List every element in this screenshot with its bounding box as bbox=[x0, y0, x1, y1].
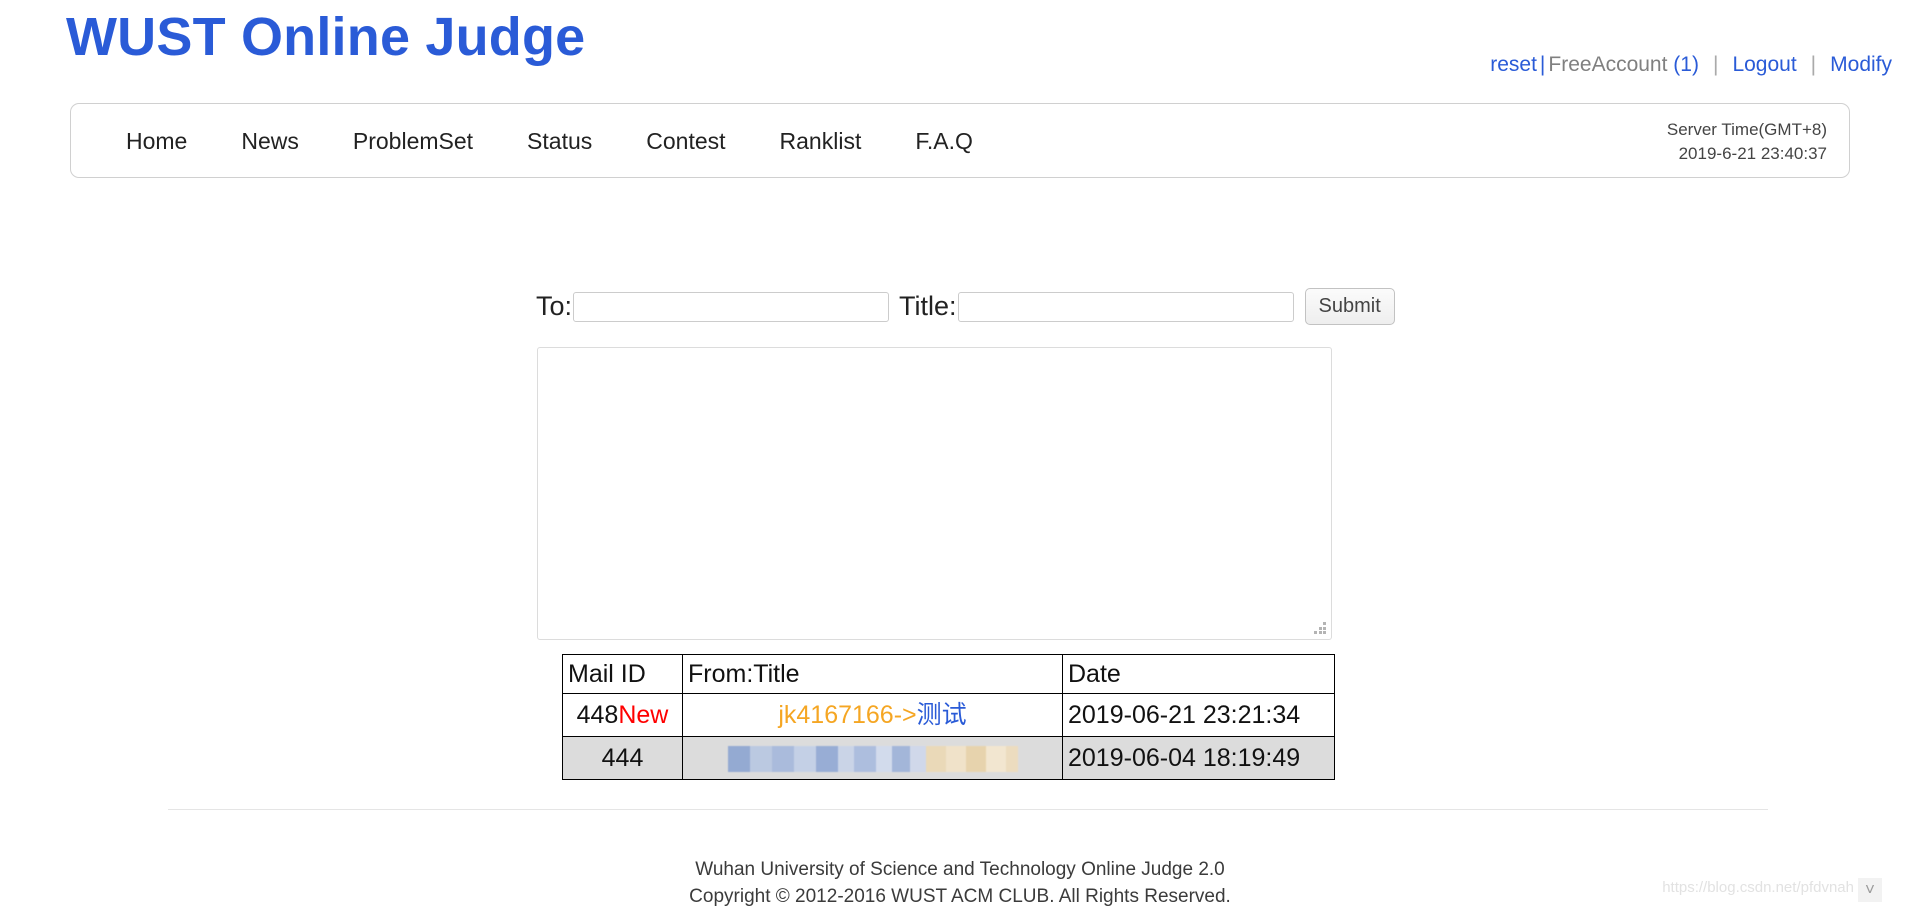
footer-divider bbox=[168, 809, 1768, 810]
site-footer: Wuhan University of Science and Technolo… bbox=[0, 856, 1920, 910]
mail-subject-link[interactable]: 测试 bbox=[917, 701, 967, 729]
account-separator-3: | bbox=[1810, 53, 1817, 76]
account-separator-2: | bbox=[1712, 53, 1719, 76]
server-time: Server Time(GMT+8) 2019-6-21 23:40:37 bbox=[1667, 118, 1827, 166]
server-time-label: Server Time(GMT+8) bbox=[1666, 120, 1827, 139]
nav-item-ranklist[interactable]: Ranklist bbox=[780, 128, 862, 155]
nav-item-faq[interactable]: F.A.Q bbox=[915, 128, 973, 155]
column-header-mail-id: Mail ID bbox=[562, 654, 683, 694]
account-separator-1: | bbox=[1539, 53, 1546, 76]
watermark-text: https://blog.csdn.net/pfdvnah bbox=[1662, 879, 1854, 896]
server-time-value: 2019-6-21 23:40:37 bbox=[1678, 144, 1827, 163]
modify-link[interactable]: Modify bbox=[1830, 53, 1892, 76]
compose-row: To: Title: Submit bbox=[536, 288, 1395, 325]
nav-item-status[interactable]: Status bbox=[527, 128, 592, 155]
title-input[interactable] bbox=[957, 291, 1294, 322]
new-mail-count-link[interactable]: (1) bbox=[1673, 53, 1699, 76]
column-header-from-title: From:Title bbox=[682, 654, 1063, 694]
title-label: Title: bbox=[899, 291, 957, 321]
logout-link[interactable]: Logout bbox=[1732, 53, 1796, 76]
redacted-content bbox=[727, 746, 1018, 773]
site-header: WUST Online Judge reset | FreeAccount (1) |… bbox=[0, 0, 1920, 96]
mail-id-cell: 444 bbox=[562, 736, 683, 780]
reset-link[interactable]: reset bbox=[1490, 53, 1537, 76]
mail-sender-link[interactable]: jk4167166-> bbox=[778, 701, 916, 729]
submit-button[interactable]: Submit bbox=[1304, 288, 1395, 325]
nav-item-list: Home News ProblemSet Status Contest Rank… bbox=[126, 104, 973, 179]
mail-title-cell-redacted[interactable] bbox=[682, 736, 1063, 780]
account-bar: reset | FreeAccount (1) | Logout | Modify bbox=[1490, 53, 1892, 77]
to-input[interactable] bbox=[573, 291, 890, 322]
mail-date-cell: 2019-06-04 18:19:49 bbox=[1062, 736, 1335, 780]
mail-list-table: Mail ID From:Title Date 448New jk4167166… bbox=[562, 654, 1335, 780]
mail-id-cell: 448New bbox=[562, 693, 683, 737]
table-row[interactable]: 448New jk4167166->测试 2019-06-21 23:21:34 bbox=[562, 693, 1335, 737]
footer-line-2: Copyright © 2012-2016 WUST ACM CLUB. All… bbox=[689, 886, 1231, 907]
nav-item-problemset[interactable]: ProblemSet bbox=[353, 128, 473, 155]
chevron-down-icon[interactable]: ˅ bbox=[1858, 878, 1882, 902]
new-badge: New bbox=[618, 701, 669, 729]
to-label: To: bbox=[536, 291, 573, 321]
mail-title-cell: jk4167166->测试 bbox=[682, 693, 1063, 737]
main-navigation-bar: Home News ProblemSet Status Contest Rank… bbox=[70, 103, 1850, 178]
column-header-date: Date bbox=[1062, 654, 1335, 694]
mail-date-cell: 2019-06-21 23:21:34 bbox=[1062, 693, 1335, 737]
nav-item-news[interactable]: News bbox=[241, 128, 299, 155]
nav-item-contest[interactable]: Contest bbox=[646, 128, 725, 155]
footer-line-1: Wuhan University of Science and Technolo… bbox=[695, 859, 1225, 880]
username-label: FreeAccount bbox=[1548, 53, 1668, 76]
mail-id-value: 448 bbox=[576, 701, 619, 729]
site-title: WUST Online Judge bbox=[66, 7, 586, 67]
nav-item-home[interactable]: Home bbox=[126, 128, 187, 155]
table-row[interactable]: 444 2019-06-04 18:19:49 bbox=[562, 736, 1335, 780]
mail-body-textarea[interactable] bbox=[537, 347, 1332, 640]
table-header-row: Mail ID From:Title Date bbox=[562, 654, 1335, 694]
